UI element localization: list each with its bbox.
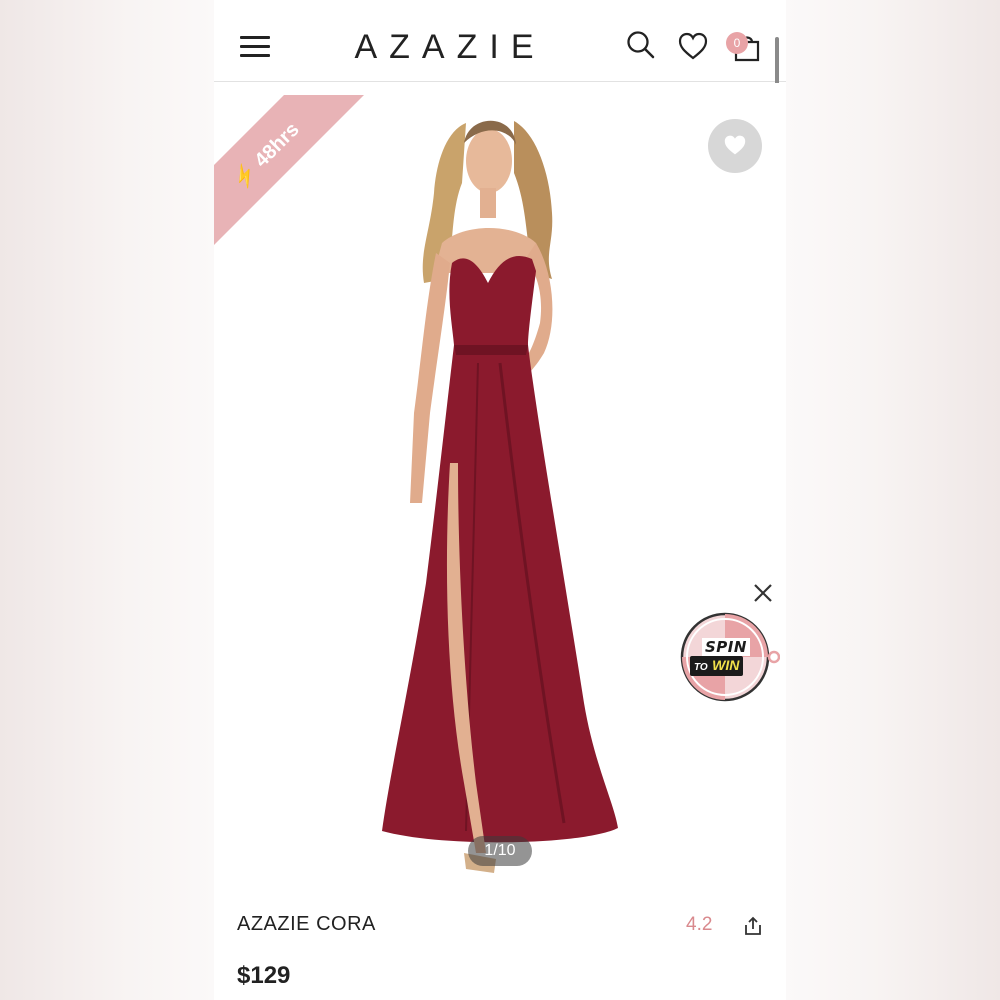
search-icon[interactable] (626, 30, 656, 65)
spin-to-win-button[interactable]: SPIN TO WIN (680, 612, 780, 702)
heart-icon (724, 135, 746, 155)
product-price: $129 (237, 962, 291, 989)
cart-count-badge: 0 (726, 32, 748, 54)
product-gallery[interactable]: ⚡ 48hrs SPIN TO WIN 1/10 (214, 83, 786, 883)
product-name: AZAZIE CORA (237, 913, 376, 935)
promo-48hrs-banner[interactable]: ⚡ 48hrs (214, 95, 364, 245)
product-rating[interactable]: 4.2 (686, 914, 712, 936)
top-header: AZAZIE 0 (214, 0, 786, 82)
add-to-wishlist-button[interactable] (708, 119, 762, 173)
close-icon[interactable] (752, 582, 774, 609)
backdrop-left (0, 0, 214, 1000)
brand-logo[interactable]: AZAZIE (342, 28, 558, 67)
phone-screen: AZAZIE 0 ⚡ 48hrs SPIN TO WIN 1/10 AZAZIE… (214, 0, 786, 1000)
share-icon[interactable] (743, 916, 763, 941)
to-win-label: TO WIN (690, 656, 744, 676)
backdrop-right (786, 0, 1000, 1000)
menu-icon[interactable] (240, 36, 270, 58)
photo-counter: 1/10 (468, 836, 532, 866)
spin-label: SPIN (702, 638, 750, 656)
heart-icon[interactable] (678, 32, 708, 65)
